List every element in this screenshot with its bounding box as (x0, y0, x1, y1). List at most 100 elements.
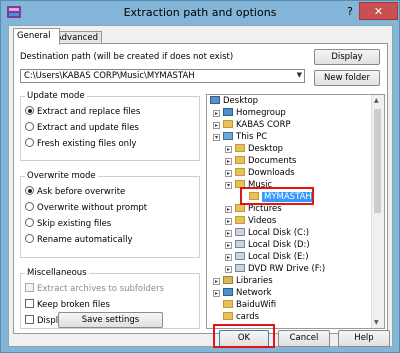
extract-update-option[interactable]: Extract and update files (25, 122, 139, 133)
drive-icon (235, 252, 245, 260)
option-label: Keep broken files (37, 300, 110, 310)
expand-icon[interactable]: ▸ (225, 158, 232, 165)
option-label: Overwrite without prompt (37, 203, 148, 213)
update-mode-title: Update mode (25, 91, 87, 101)
new-folder-button[interactable]: New folder (314, 70, 380, 86)
folder-icon (235, 204, 245, 212)
folder-icon (223, 300, 233, 308)
expand-icon[interactable]: ▸ (213, 122, 220, 129)
tree-scrollbar[interactable]: ▲ ▼ (371, 95, 384, 328)
tree-node-label: Pictures (248, 204, 282, 214)
tree-node-label: Desktop (223, 96, 259, 106)
tree-node-cards[interactable]: cards (223, 312, 259, 323)
extract-replace-option[interactable]: Extract and replace files (25, 106, 140, 117)
scroll-down-icon[interactable]: ▼ (374, 319, 379, 326)
scroll-up-icon[interactable]: ▲ (374, 97, 379, 104)
tree-node-kabas-corp[interactable]: ▸ KABAS CORP (213, 120, 291, 131)
tree-node-label: Documents (248, 156, 297, 166)
expand-icon[interactable]: ▸ (225, 146, 232, 153)
option-label: Ask before overwrite (37, 187, 126, 197)
option-label: Fresh existing files only (37, 139, 137, 149)
checkbox-icon (25, 283, 34, 292)
tree-node-label: Videos (248, 216, 277, 226)
radio-selected-icon[interactable] (25, 186, 34, 195)
overwrite-mode-title: Overwrite mode (25, 171, 98, 181)
tree-node-label: BaiduWifi (236, 300, 277, 310)
expand-icon[interactable]: ▸ (213, 278, 220, 285)
tab-general[interactable]: General (13, 28, 60, 45)
radio-icon[interactable] (25, 234, 34, 243)
radio-selected-icon[interactable] (25, 106, 34, 115)
tree-node-baiduwifi[interactable]: BaiduWifi (223, 300, 276, 311)
skip-existing-option[interactable]: Skip existing files (25, 218, 111, 229)
checkbox-icon[interactable] (25, 315, 34, 324)
checkbox-icon[interactable] (25, 299, 34, 308)
user-folder-icon (223, 120, 233, 128)
folder-icon (235, 216, 245, 224)
ask-before-overwrite-option[interactable]: Ask before overwrite (25, 186, 125, 197)
chevron-down-icon[interactable]: ▼ (297, 71, 302, 79)
homegroup-icon (223, 108, 233, 116)
expand-icon[interactable]: ▸ (213, 290, 220, 297)
expand-icon[interactable]: ▸ (213, 110, 220, 117)
help-icon[interactable]: ? (341, 4, 359, 19)
tree-node-pc-desktop[interactable]: ▸ Desktop (225, 144, 283, 155)
radio-icon[interactable] (25, 122, 34, 131)
folder-icon (223, 312, 233, 320)
expand-icon[interactable]: ▸ (225, 218, 232, 225)
network-icon (223, 288, 233, 296)
destination-path-value: C:\Users\KABAS CORP\Music\MYMASTAH (24, 71, 195, 81)
option-label: Extract and update files (37, 123, 139, 133)
tree-node-this-pc[interactable]: ▾ This PC (213, 132, 267, 143)
cancel-button[interactable]: Cancel (278, 330, 330, 347)
radio-icon[interactable] (25, 218, 34, 227)
expand-icon[interactable]: ▸ (225, 254, 232, 261)
tree-node-label: Local Disk (E:) (248, 252, 309, 262)
collapse-icon[interactable]: ▾ (213, 134, 220, 141)
destination-path-combobox[interactable]: C:\Users\KABAS CORP\Music\MYMASTAH ▼ (20, 69, 305, 83)
tree-node-label: Libraries (236, 276, 273, 286)
scrollbar-thumb[interactable] (374, 109, 381, 213)
tree-node-label: This PC (236, 132, 268, 142)
tree-node-label: KABAS CORP (236, 120, 291, 130)
radio-icon[interactable] (25, 138, 34, 147)
tree-node-label: Downloads (248, 168, 295, 178)
display-button[interactable]: Display (314, 49, 380, 65)
tree-node-network[interactable]: ▸ Network (213, 288, 272, 299)
rename-automatically-option[interactable]: Rename automatically (25, 234, 133, 245)
tree-node-libraries[interactable]: ▸ Libraries (213, 276, 273, 287)
drive-icon (235, 228, 245, 236)
computer-icon (223, 132, 233, 140)
keep-broken-files-option[interactable]: Keep broken files (25, 299, 110, 310)
folder-tree[interactable]: Desktop ▸ Homegroup ▸ KABAS CORP ▾ This PC … (206, 94, 385, 329)
radio-icon[interactable] (25, 202, 34, 211)
save-settings-button[interactable]: Save settings (58, 312, 163, 328)
expand-icon[interactable]: ▸ (225, 242, 232, 249)
help-button[interactable]: Help (338, 330, 390, 347)
tree-node-label: Homegroup (236, 108, 286, 118)
tree-node-desktop[interactable]: Desktop (210, 96, 258, 107)
tree-node-label: Network (236, 288, 272, 298)
tree-node-documents[interactable]: ▸ Documents (225, 156, 296, 167)
library-icon (223, 276, 233, 284)
tree-node-disk-c[interactable]: ▸ Local Disk (C:) (225, 228, 309, 239)
tree-node-pictures[interactable]: ▸ Pictures (225, 204, 282, 215)
tree-node-homegroup[interactable]: ▸ Homegroup (213, 108, 286, 119)
tree-node-downloads[interactable]: ▸ Downloads (225, 168, 295, 179)
tree-node-disk-e[interactable]: ▸ Local Disk (E:) (225, 252, 309, 263)
fresh-existing-option[interactable]: Fresh existing files only (25, 138, 136, 149)
expand-icon[interactable]: ▸ (225, 230, 232, 237)
expand-icon[interactable]: ▸ (225, 170, 232, 177)
desktop-icon (210, 96, 220, 104)
expand-icon[interactable]: ▸ (225, 266, 232, 273)
tree-node-disk-d[interactable]: ▸ Local Disk (D:) (225, 240, 310, 251)
window-title: Extraction path and options (123, 6, 277, 19)
title-bar[interactable]: Extraction path and options ? ✕ (1, 1, 399, 25)
collapse-icon[interactable]: ▾ (225, 182, 232, 189)
destination-path-label: Destination path (will be created if doe… (20, 52, 234, 62)
close-button[interactable]: ✕ (359, 2, 398, 20)
expand-icon[interactable]: ▸ (225, 206, 232, 213)
tree-node-videos[interactable]: ▸ Videos (225, 216, 276, 227)
tree-node-dvd-f[interactable]: ▸ DVD RW Drive (F:) (225, 264, 325, 275)
overwrite-without-prompt-option[interactable]: Overwrite without prompt (25, 202, 147, 213)
